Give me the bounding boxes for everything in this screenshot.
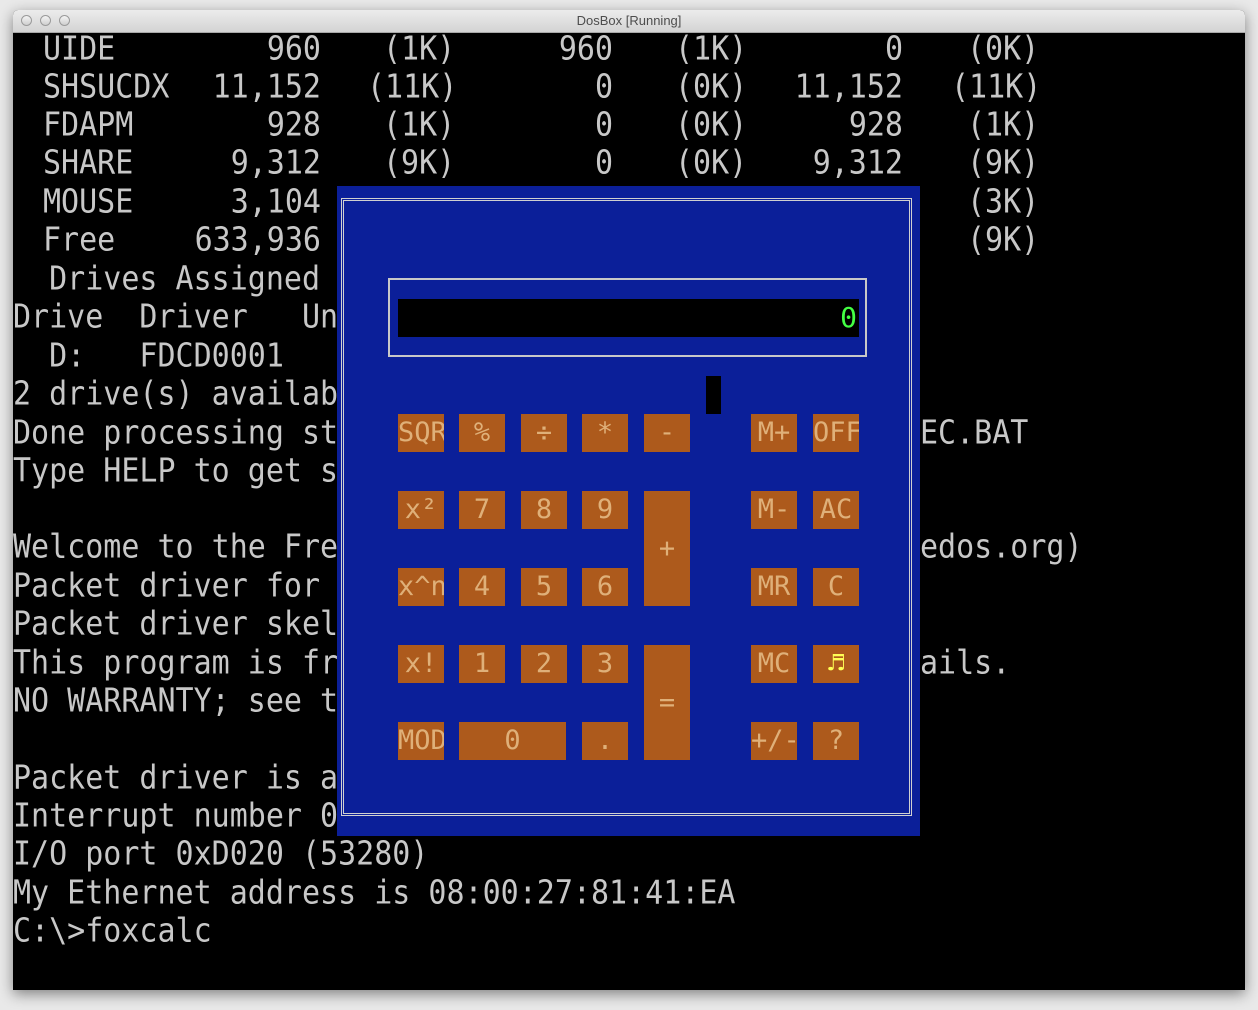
mem-upper-k: (0K): [967, 29, 1040, 69]
sign-toggle-button[interactable]: +/-: [751, 722, 797, 760]
music-icon[interactable]: ♬: [813, 645, 859, 683]
calculator-display: 0: [398, 299, 859, 337]
mem-name: SHSUCDX: [43, 67, 170, 107]
dosbox-window: DosBox [Running] UIDE 960 (1K) 960 (1K) …: [13, 10, 1245, 990]
terminal-line: NO WARRANTY; see the: [13, 681, 375, 721]
mem-total: 11,152: [212, 67, 321, 107]
mem-total: 3,104: [230, 182, 321, 222]
minus-button[interactable]: -: [644, 414, 690, 452]
mem-total-k: (11K): [367, 67, 458, 107]
mem-total: 928: [266, 105, 321, 145]
terminal-line: Packet driver for an: [13, 566, 375, 606]
factorial-button[interactable]: x!: [398, 645, 444, 683]
decimal-button[interactable]: .: [582, 722, 628, 760]
mem-upper: 11,152: [794, 67, 903, 107]
square-button[interactable]: x²: [398, 491, 444, 529]
mem-upper: 928: [848, 105, 903, 145]
digit-7-button[interactable]: 7: [459, 491, 505, 529]
multiply-button[interactable]: *: [582, 414, 628, 452]
digit-4-button[interactable]: 4: [459, 568, 505, 606]
digit-1-button[interactable]: 1: [459, 645, 505, 683]
digit-8-button[interactable]: 8: [521, 491, 567, 529]
mod-button[interactable]: MOD: [398, 722, 444, 760]
memory-recall-button[interactable]: MR: [751, 568, 797, 606]
sqr-button[interactable]: SQR: [398, 414, 444, 452]
terminal-line: Packet driver skeleto: [13, 604, 393, 644]
calculator-window: 0 SQR % ÷ * - M+ OFF x² 7 8 9 + M- AC x^…: [337, 186, 920, 836]
mem-total-k: (1K): [383, 105, 456, 145]
mem-conv: 0: [594, 67, 613, 107]
terminal-line: Drive Driver Unit: [13, 297, 375, 337]
terminal-fragment: ails.: [920, 643, 1011, 683]
terminal-fragment: EC.BAT: [920, 413, 1029, 453]
memory-subtract-button[interactable]: M-: [751, 491, 797, 529]
mem-total-k: (9K): [383, 143, 456, 183]
terminal-line: D: FDCD0001 0: [13, 336, 357, 376]
mem-name: MOUSE: [43, 182, 134, 222]
terminal-fragment: edos.org): [920, 527, 1083, 567]
mem-upper-k: (1K): [967, 105, 1040, 145]
mem-name: Free: [43, 220, 116, 260]
mem-total-k: (1K): [383, 29, 456, 69]
mem-conv-k: (0K): [675, 105, 748, 145]
digit-2-button[interactable]: 2: [521, 645, 567, 683]
mem-name: SHARE: [43, 143, 134, 183]
mem-upper-k: (9K): [967, 143, 1040, 183]
calculator-display-box: 0: [388, 278, 867, 357]
mem-conv: 0: [594, 143, 613, 183]
terminal-line: I/O port 0xD020 (53280): [13, 834, 429, 874]
percent-button[interactable]: %: [459, 414, 505, 452]
terminal-line: 2 drive(s) available.: [13, 374, 393, 414]
mem-name: FDAPM: [43, 105, 134, 145]
mem-upper: 0: [884, 29, 903, 69]
digit-6-button[interactable]: 6: [582, 568, 628, 606]
terminal-line: Packet driver is at s: [13, 758, 393, 798]
terminal-line: Type HELP to get supp: [13, 451, 393, 491]
terminal-line: Interrupt number 0xA: [13, 796, 375, 836]
dos-screen[interactable]: UIDE 960 (1K) 960 (1K) 0 (0K) SHSUCDX 11…: [13, 29, 1245, 990]
text-cursor: [706, 376, 721, 414]
digit-5-button[interactable]: 5: [521, 568, 567, 606]
off-button[interactable]: OFF: [813, 414, 859, 452]
divide-button[interactable]: ÷: [521, 414, 567, 452]
mem-total: 633,936: [194, 220, 321, 260]
memory-add-button[interactable]: M+: [751, 414, 797, 452]
window-title: DosBox [Running]: [576, 13, 682, 28]
digit-0-button[interactable]: 0: [459, 722, 566, 760]
terminal-line: My Ethernet address is 08:00:27:81:41:EA: [13, 873, 736, 913]
all-clear-button[interactable]: AC: [813, 491, 859, 529]
equals-button[interactable]: =: [644, 645, 690, 760]
digit-3-button[interactable]: 3: [582, 645, 628, 683]
plus-button[interactable]: +: [644, 491, 690, 606]
mem-conv-k: (0K): [675, 67, 748, 107]
mem-conv: 960: [558, 29, 613, 69]
clear-button[interactable]: C: [813, 568, 859, 606]
terminal-line: This program is free: [13, 643, 375, 683]
mem-upper-k: (9K): [967, 220, 1040, 260]
display-value: 0: [840, 301, 857, 334]
terminal-line: Drives Assigned: [13, 259, 321, 299]
mem-upper-k: (11K): [951, 67, 1042, 107]
terminal-line: Welcome to the FreeDO: [13, 527, 393, 567]
command-prompt-line[interactable]: C:\>foxcalc: [13, 914, 212, 948]
title-bar: DosBox [Running]: [13, 10, 1245, 33]
digit-9-button[interactable]: 9: [582, 491, 628, 529]
mem-total: 960: [266, 29, 321, 69]
mem-upper: 9,312: [812, 143, 903, 183]
mem-conv: 0: [594, 105, 613, 145]
mem-upper-k: (3K): [967, 182, 1040, 222]
mem-conv-k: (1K): [675, 29, 748, 69]
mem-name: UIDE: [43, 29, 116, 69]
memory-clear-button[interactable]: MC: [751, 645, 797, 683]
terminal-line: Done processing start: [13, 413, 393, 453]
power-button[interactable]: x^n: [398, 568, 444, 606]
mem-conv-k: (0K): [675, 143, 748, 183]
mem-total: 9,312: [230, 143, 321, 183]
help-button[interactable]: ?: [813, 722, 859, 760]
